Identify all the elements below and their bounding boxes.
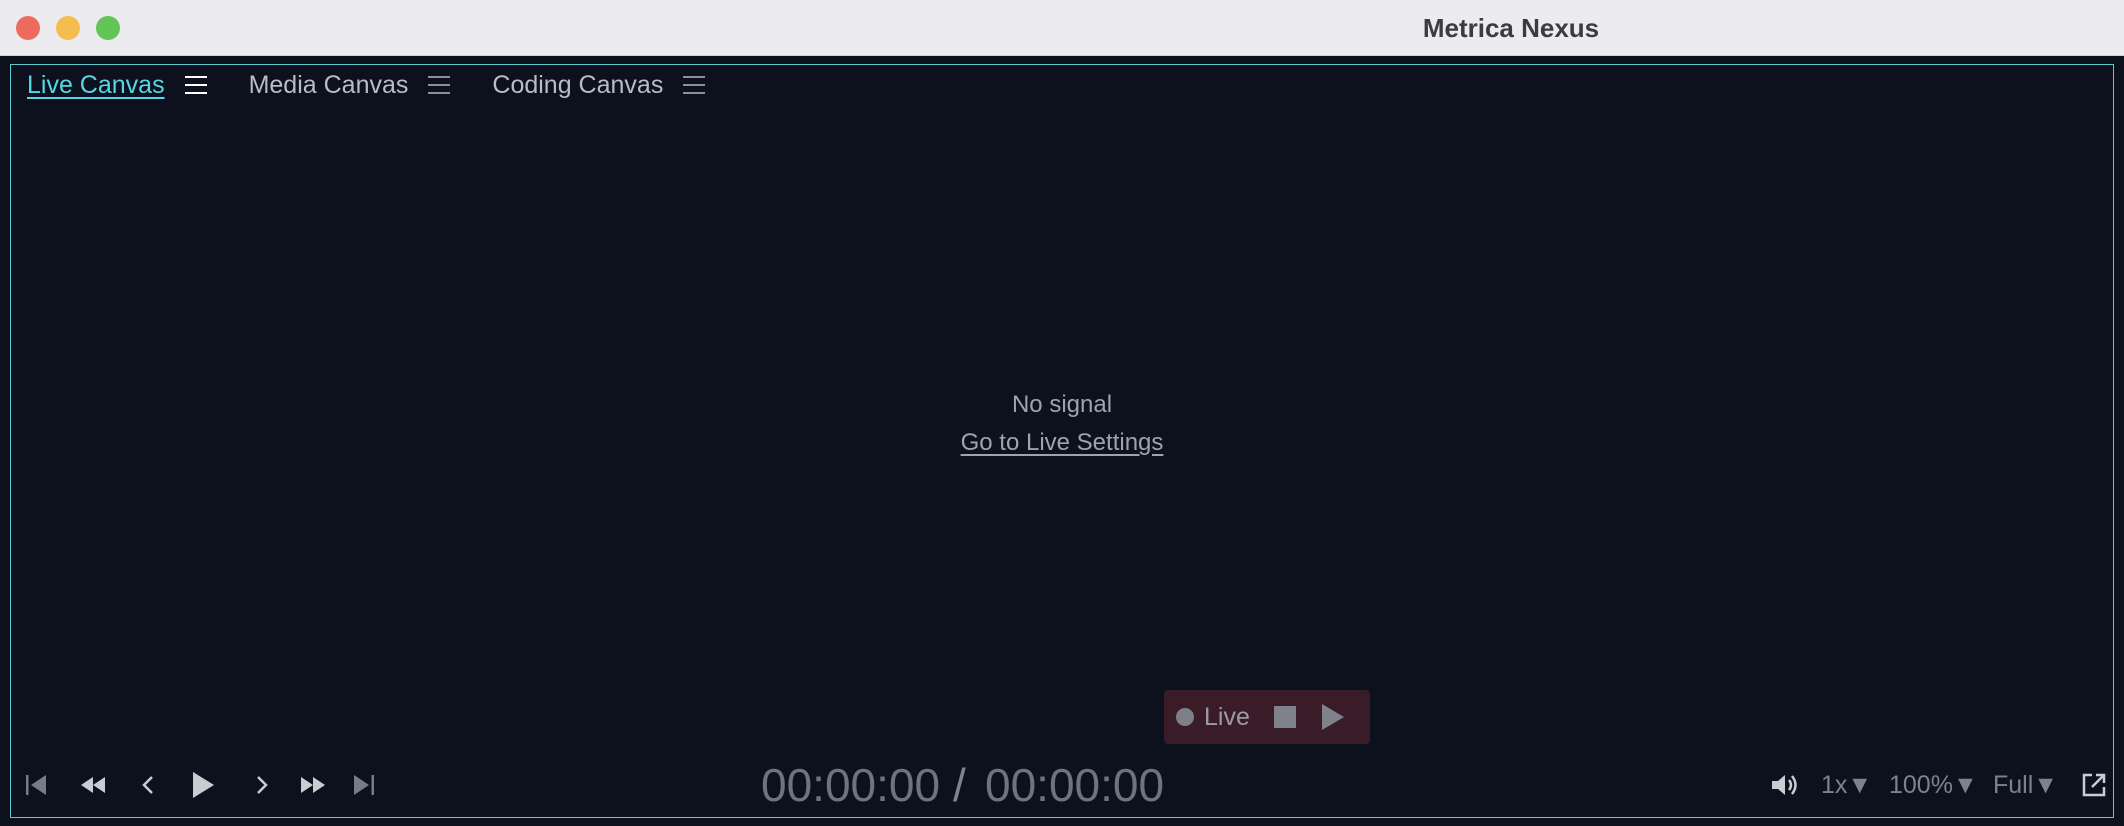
tab-media-canvas[interactable]: Media Canvas — [249, 65, 451, 105]
hamburger-menu-icon[interactable] — [428, 76, 451, 94]
hamburger-menu-icon[interactable] — [184, 76, 207, 94]
rewind-icon[interactable] — [75, 755, 111, 815]
tab-label: Coding Canvas — [492, 70, 664, 99]
fast-forward-icon[interactable] — [295, 755, 331, 815]
hamburger-menu-icon[interactable] — [683, 76, 706, 94]
transport-bar: 00:00:00 / 00:00:00 1x▼ 100%▼ Full▼ — [11, 755, 2113, 815]
window-title: Metrica Nexus — [1422, 13, 1600, 43]
live-settings-link[interactable]: Go to Live Settings — [961, 429, 1164, 457]
tab-label: Media Canvas — [248, 70, 409, 99]
tab-coding-canvas[interactable]: Coding Canvas — [492, 65, 706, 105]
live-label: Live — [1204, 702, 1250, 731]
quality-select[interactable]: Full▼ — [1993, 755, 2058, 815]
signal-status: No signal — [1011, 391, 1113, 418]
time-separator: / — [953, 759, 966, 811]
title-bar: Metrica Nexus — [0, 0, 2124, 56]
tab-live-canvas[interactable]: Live Canvas — [27, 65, 207, 105]
volume-icon[interactable] — [1765, 755, 1805, 815]
zoom-select[interactable]: 100%▼ — [1889, 755, 1978, 815]
canvas-tabs: Live Canvas Media Canvas Coding Canvas — [27, 65, 747, 105]
app-window: Metrica Nexus Live Canvas Media Canvas C… — [0, 0, 2124, 826]
live-controls: Live — [1164, 690, 1370, 744]
live-play-icon[interactable] — [1321, 704, 1344, 730]
step-forward-icon[interactable] — [247, 755, 277, 815]
canvas-panel: Live Canvas Media Canvas Coding Canvas N… — [10, 64, 2114, 818]
stop-icon[interactable] — [1273, 706, 1296, 728]
skip-to-start-icon[interactable] — [21, 755, 51, 815]
total-time: 00:00:00 — [985, 759, 1165, 811]
skip-to-end-icon[interactable] — [349, 755, 379, 815]
play-icon[interactable] — [181, 755, 225, 815]
record-dot-icon — [1176, 708, 1194, 726]
popout-icon[interactable] — [2077, 755, 2111, 815]
tab-label: Live Canvas — [27, 70, 165, 99]
step-back-icon[interactable] — [133, 755, 163, 815]
current-time: 00:00:00 — [761, 759, 941, 811]
playback-speed-select[interactable]: 1x▼ — [1821, 755, 1872, 815]
no-signal-message: No signal Go to Live Settings — [11, 391, 2113, 457]
